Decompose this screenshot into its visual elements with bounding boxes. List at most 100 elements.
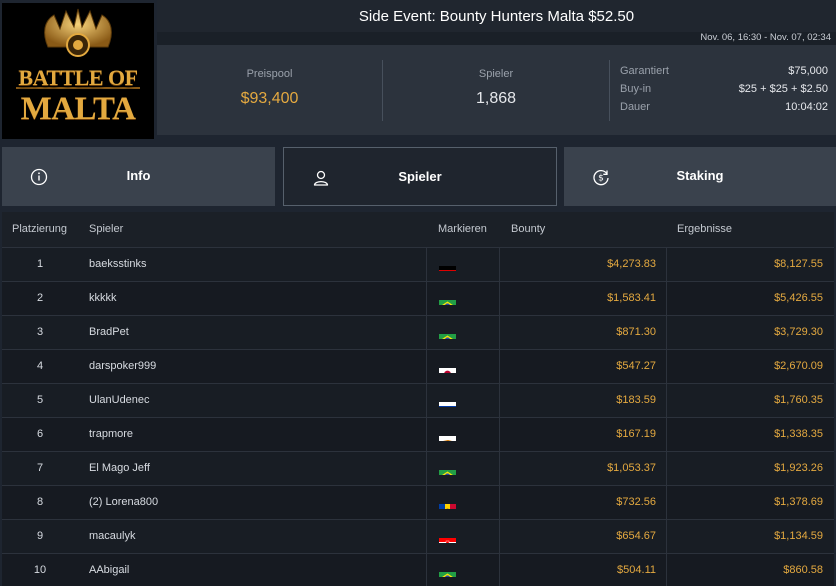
flag-cell [426,418,500,451]
result-cell: $1,134.59 [774,530,823,542]
header-flag[interactable]: Markieren [438,223,487,235]
stats-divider [609,60,610,121]
flag-cell [426,350,500,383]
tab-info-label: Info [126,168,151,183]
result-cell: $1,378.69 [774,496,823,508]
germany-flag-icon [439,259,456,271]
brazil-flag-icon [439,293,456,305]
table-row[interactable]: 8 (2) Lorena800 $732.56 $1,378.69 [2,485,834,519]
result-cell: $1,338.35 [774,428,823,440]
event-date-bar: Nov. 06, 16:30 - Nov. 07, 02:34 [157,32,836,45]
tournament-details: Garantiert $75,000 Buy-in $25 + $25 + $2… [620,65,828,119]
bounty-cell: $547.27 [501,350,667,383]
tab-staking[interactable]: $ Staking [564,147,836,206]
player-name-cell[interactable]: baeksstinks [89,248,146,281]
player-name-cell[interactable]: El Mago Jeff [89,452,150,485]
bounty-cell: $1,583.41 [501,282,667,315]
player-name-cell[interactable]: trapmore [89,418,133,451]
flag-cell [426,316,500,349]
table-row[interactable]: 10 AAbigail $504.11 $860.58 [2,553,834,586]
rank-cell: 6 [36,428,44,440]
header-results[interactable]: Ergebnisse [677,223,732,235]
table-body: 1 baeksstinks $4,273.83 $8,127.55 2 kkkk… [2,247,834,586]
bounty-cell: $654.67 [501,520,667,553]
brazil-flag-icon [439,327,456,339]
brazil-flag-icon [439,565,456,577]
player-name-cell[interactable]: darspoker999 [89,350,156,383]
results-table: Platzierung Spieler Markieren Bounty Erg… [2,212,834,586]
event-title-bar: Side Event: Bounty Hunters Malta $52.50 [157,0,836,32]
flag-cell [426,554,500,586]
rank-cell: 10 [33,564,47,576]
bounty-cell: $732.56 [501,486,667,519]
tab-players[interactable]: Spieler [283,147,557,206]
bounty-cell: $167.19 [501,418,667,451]
player-name-cell[interactable]: AAbigail [89,554,129,586]
result-cell: $860.58 [783,564,823,576]
header-player[interactable]: Spieler [89,223,123,235]
player-name-cell[interactable]: kkkkk [89,282,117,315]
detail-value: 10:04:02 [785,101,828,113]
players-value: 1,868 [475,90,517,107]
table-row[interactable]: 9 macaulyk $654.67 $1,134.59 [2,519,834,553]
header-rank[interactable]: Platzierung [12,223,67,235]
table-row[interactable]: 7 El Mago Jeff $1,053.37 $1,923.26 [2,451,834,485]
bounty-cell: $504.11 [501,554,667,586]
flag-cell [426,452,500,485]
detail-key: Garantiert [620,65,669,77]
battle-of-malta-logo: BATTLE OF MALTA [2,3,154,139]
player-name-cell[interactable]: (2) Lorena800 [89,486,158,519]
logo-line-1: BATTLE OF [18,65,138,90]
result-cell: $1,760.35 [774,394,823,406]
result-cell: $1,923.26 [774,462,823,474]
prizepool-value: $93,400 [240,90,299,107]
flag-cell [426,248,500,281]
japan-flag-icon [439,361,456,373]
rank-cell: 1 [36,258,44,270]
tab-players-label: Spieler [398,169,442,184]
tab-info[interactable]: Info [2,147,275,206]
player-name-cell[interactable]: UlanUdenec [89,384,150,417]
flag-cell [426,384,500,417]
rank-cell: 2 [36,292,44,304]
prizepool-label: Preispool [246,68,293,80]
detail-value: $75,000 [788,65,828,77]
flag-cell [426,520,500,553]
table-row[interactable]: 1 baeksstinks $4,273.83 $8,127.55 [2,247,834,281]
table-row[interactable]: 2 kkkkk $1,583.41 $5,426.55 [2,281,834,315]
bounty-cell: $183.59 [501,384,667,417]
table-row[interactable]: 3 BradPet $871.30 $3,729.30 [2,315,834,349]
detail-guaranteed: Garantiert $75,000 [620,65,828,83]
result-cell: $3,729.30 [774,326,823,338]
event-date-range: Nov. 06, 16:30 - Nov. 07, 02:34 [700,32,831,43]
player-name-cell[interactable]: macaulyk [89,520,135,553]
rank-cell: 8 [36,496,44,508]
detail-buy-in: Buy-in $25 + $25 + $2.50 [620,83,828,101]
flag-cell [426,486,500,519]
detail-key: Buy-in [620,83,652,95]
croatia-flag-icon [439,531,456,543]
table-row[interactable]: 5 UlanUdenec $183.59 $1,760.35 [2,383,834,417]
player-name-cell[interactable]: BradPet [89,316,129,349]
logo-line-2: MALTA [20,91,136,127]
players-label: Spieler [478,68,514,80]
table-header: Platzierung Spieler Markieren Bounty Erg… [2,212,834,247]
rank-cell: 7 [36,462,44,474]
tournament-stats-panel: Preispool $93,400 Spieler 1,868 Garantie… [157,45,836,135]
tab-bar: Info Spieler $ Staking [0,147,836,206]
flag-cell [426,282,500,315]
table-row[interactable]: 4 darspoker999 $547.27 $2,670.09 [2,349,834,383]
russia-flag-icon [439,395,456,407]
cyprus-flag-icon [439,429,456,441]
detail-value: $25 + $25 + $2.50 [738,83,828,95]
result-cell: $8,127.55 [774,258,823,270]
prizepool-stat: Preispool $93,400 [157,45,382,135]
result-cell: $2,670.09 [774,360,823,372]
bounty-cell: $871.30 [501,316,667,349]
bounty-cell: $1,053.37 [501,452,667,485]
table-row[interactable]: 6 trapmore $167.19 $1,338.35 [2,417,834,451]
header-bounty[interactable]: Bounty [511,223,545,235]
rank-cell: 3 [36,326,44,338]
players-stat: Spieler 1,868 [383,45,609,135]
detail-duration: Dauer 10:04:02 [620,101,828,119]
